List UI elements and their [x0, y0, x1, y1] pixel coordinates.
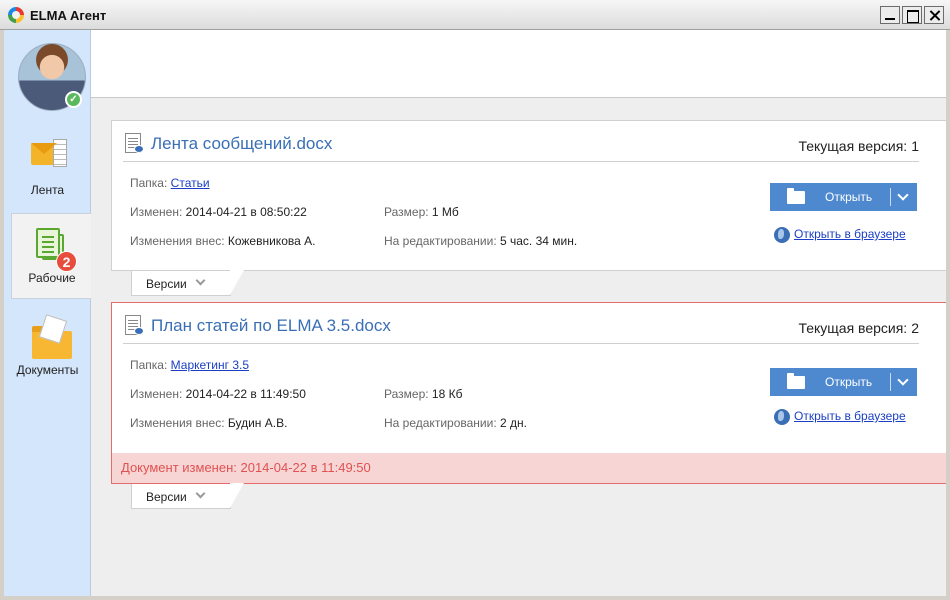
document-card: Лента сообщений.docx Текущая версия: 1 Па… [111, 120, 948, 271]
document-title-link[interactable]: Лента сообщений.docx [151, 134, 332, 154]
divider [123, 161, 919, 162]
elma-logo-icon [8, 7, 24, 23]
folder-link[interactable]: Маркетинг 3.5 [171, 358, 249, 372]
chevron-down-icon[interactable] [897, 189, 909, 201]
document-title-link[interactable]: План статей по ELMA 3.5.docx [151, 316, 391, 336]
documents-stack-icon [36, 228, 60, 258]
folder-open-icon [787, 188, 805, 204]
sidebar-item-label: Документы [16, 363, 79, 377]
chevron-down-icon[interactable] [897, 374, 909, 386]
top-panel [91, 30, 946, 98]
author-info: Изменения внес: Кожевникова А. [130, 234, 316, 248]
folder-open-icon [787, 373, 805, 389]
chevron-down-icon [195, 488, 206, 499]
open-in-browser-link[interactable]: Открыть в браузере [774, 409, 906, 425]
size-info: Размер: 18 Кб [384, 387, 463, 401]
current-version: Текущая версия: 2 [798, 320, 919, 336]
chevron-down-icon [195, 275, 206, 286]
close-button[interactable] [924, 6, 944, 24]
versions-tab[interactable]: Версии [131, 483, 244, 509]
size-info: Размер: 1 Мб [384, 205, 459, 219]
count-badge: 2 [56, 251, 77, 272]
sidebar-item-work[interactable]: 2 Рабочие [11, 213, 92, 299]
open-button[interactable]: Открыть [770, 368, 917, 396]
sidebar-item-documents[interactable]: Документы [4, 303, 91, 389]
document-preview-icon [125, 315, 144, 335]
document-preview-icon [125, 133, 144, 153]
editing-info: На редактировании: 2 дн. [384, 416, 527, 430]
editing-info: На редактировании: 5 час. 34 мин. [384, 234, 578, 248]
globe-icon [774, 227, 790, 243]
current-version: Текущая версия: 1 [798, 138, 919, 154]
minimize-button[interactable] [880, 6, 900, 24]
modified-info: Изменен: 2014-04-21 в 08:50:22 [130, 205, 307, 219]
document-changed-notice: Документ изменен: 2014-04-22 в 11:49:50 [112, 453, 947, 483]
modified-info: Изменен: 2014-04-22 в 11:49:50 [130, 387, 306, 401]
versions-tab[interactable]: Версии [131, 270, 244, 296]
globe-icon [774, 409, 790, 425]
sidebar-item-label: Рабочие [28, 271, 76, 285]
window-controls [880, 6, 944, 24]
folder-info: Папка: Статьи [130, 176, 210, 190]
online-status-icon: ✓ [65, 91, 82, 108]
divider [123, 343, 919, 344]
sidebar-item-label: Лента [30, 183, 65, 197]
folder-info: Папка: Маркетинг 3.5 [130, 358, 250, 372]
sidebar: ✓ Лента 2 Рабочие Документы [4, 30, 92, 596]
window-title: ELMA Агент [30, 8, 107, 23]
maximize-button[interactable] [902, 6, 922, 24]
window-frame [946, 30, 950, 600]
open-in-browser-link[interactable]: Открыть в браузере [774, 227, 906, 243]
envelope-icon [31, 139, 67, 167]
folder-icon [32, 314, 72, 359]
title-bar: ELMA Агент [0, 0, 950, 30]
author-info: Изменения внес: Будин А.В. [130, 416, 288, 430]
sidebar-item-feed[interactable]: Лента [4, 123, 91, 209]
open-button[interactable]: Открыть [770, 183, 917, 211]
document-card: План статей по ELMA 3.5.docx Текущая вер… [111, 302, 948, 484]
folder-link[interactable]: Статьи [171, 176, 210, 190]
window-frame [0, 596, 950, 600]
main-content: Лента сообщений.docx Текущая версия: 1 Па… [91, 30, 948, 596]
